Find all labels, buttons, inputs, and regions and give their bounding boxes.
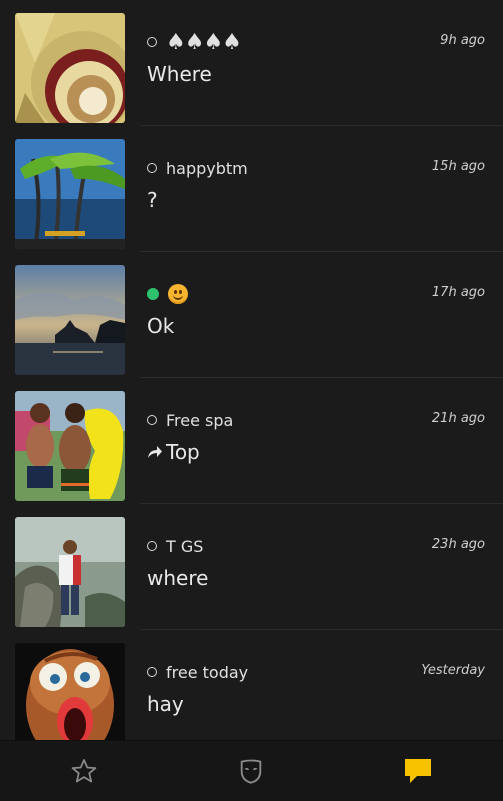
last-message: Where — [147, 62, 212, 86]
conversation-row[interactable]: 17h ago Ok — [0, 252, 503, 378]
offline-status-icon — [147, 163, 157, 173]
smiley-emoji-icon — [168, 284, 188, 304]
message-text: ? — [147, 188, 158, 212]
contact-name: Free spa — [166, 410, 234, 430]
mask-icon — [240, 759, 261, 784]
profile-photo[interactable] — [15, 13, 125, 123]
online-status-icon — [147, 288, 159, 300]
timestamp: 23h ago — [431, 537, 485, 552]
tab-favorites[interactable] — [0, 741, 167, 801]
contact-name: happybtm — [166, 158, 248, 178]
offline-status-icon — [147, 541, 157, 551]
star-icon — [71, 759, 96, 783]
timestamp: 15h ago — [431, 159, 485, 174]
conversation-list: ♠♠♠♠ 9h ago Where happybtm 15h ago ? 17h… — [0, 0, 503, 740]
profile-photo[interactable] — [15, 517, 125, 627]
contact-name: T GS — [166, 536, 204, 556]
message-text: hay — [147, 692, 184, 716]
offline-status-icon — [147, 415, 157, 425]
profile-photo[interactable] — [15, 139, 125, 249]
forward-arrow-icon — [148, 446, 162, 458]
last-message: hay — [147, 692, 184, 716]
tab-browse[interactable] — [167, 741, 334, 801]
conversation-row[interactable]: T GS 23h ago where — [0, 504, 503, 630]
profile-photo[interactable] — [15, 391, 125, 501]
conversation-row[interactable]: Free spa 21h ago Top — [0, 378, 503, 504]
last-message: ? — [147, 188, 158, 212]
message-text: where — [147, 566, 209, 590]
last-message: Top — [147, 440, 200, 464]
offline-status-icon — [147, 37, 157, 47]
timestamp: Yesterday — [421, 663, 485, 678]
profile-photo[interactable] — [15, 265, 125, 375]
message-text: Where — [147, 62, 212, 86]
contact-name: ♠♠♠♠ — [166, 29, 242, 55]
timestamp: 17h ago — [431, 285, 485, 300]
offline-status-icon — [147, 667, 157, 677]
conversation-row[interactable]: free today Yesterday hay — [0, 630, 503, 740]
chat-bubble-icon — [404, 759, 431, 783]
message-text: Ok — [147, 314, 175, 338]
timestamp: 9h ago — [440, 33, 485, 48]
bottom-navigation-bar — [0, 740, 503, 801]
tab-chats[interactable] — [334, 741, 501, 801]
message-text: Top — [166, 440, 200, 464]
contact-name: free today — [166, 662, 249, 682]
timestamp: 21h ago — [431, 411, 485, 426]
conversation-row[interactable]: happybtm 15h ago ? — [0, 126, 503, 252]
last-message: where — [147, 566, 208, 590]
conversation-row[interactable]: ♠♠♠♠ 9h ago Where — [0, 0, 503, 126]
profile-photo[interactable] — [15, 643, 125, 740]
last-message: Ok — [147, 314, 174, 338]
